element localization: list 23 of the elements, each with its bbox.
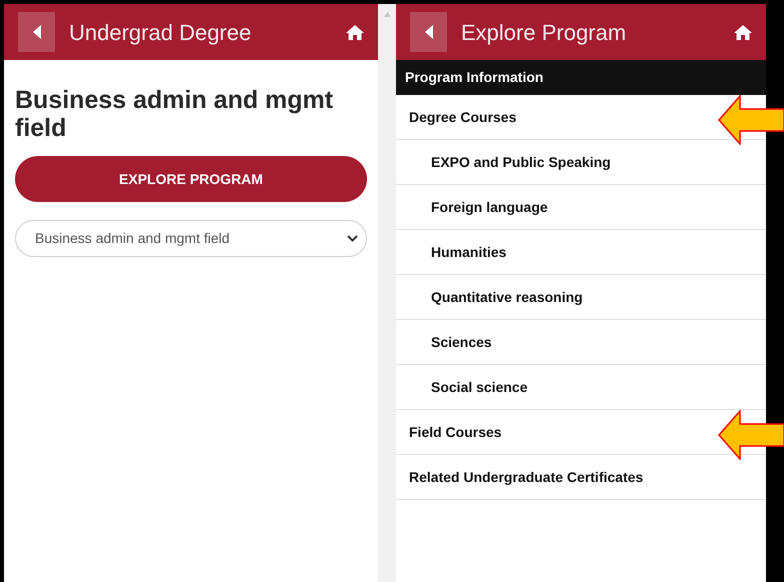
home-icon[interactable] bbox=[346, 24, 364, 40]
course-category-item[interactable]: Sciences bbox=[431, 332, 492, 352]
explore-program-button[interactable]: EXPLORE PROGRAM bbox=[15, 156, 367, 202]
program-select[interactable]: Business admin and mgmt field bbox=[15, 220, 367, 257]
program-heading: Business admin and mgmt field bbox=[15, 86, 334, 142]
program-menu-item[interactable]: Field Courses bbox=[409, 422, 502, 442]
course-category-item[interactable]: Humanities bbox=[431, 242, 506, 262]
back-button[interactable] bbox=[410, 12, 447, 52]
course-category-item[interactable]: EXPO and Public Speaking bbox=[431, 152, 611, 172]
scrollbar[interactable] bbox=[378, 4, 396, 582]
chevron-down-icon bbox=[347, 235, 358, 242]
course-category-item[interactable]: Social science bbox=[431, 376, 528, 398]
home-icon[interactable] bbox=[734, 24, 752, 40]
back-arrow-icon bbox=[424, 25, 432, 39]
section-title: Program Information bbox=[396, 60, 766, 95]
back-arrow-icon bbox=[32, 25, 40, 39]
back-button[interactable] bbox=[18, 12, 55, 52]
course-category-item[interactable]: Quantitative reasoning bbox=[431, 286, 583, 308]
header-title: Explore Program bbox=[461, 18, 626, 47]
program-menu-item[interactable]: Related Undergraduate Certificates bbox=[409, 466, 644, 488]
course-category-item[interactable]: Foreign language bbox=[431, 196, 548, 218]
header-title: Undergrad Degree bbox=[69, 18, 252, 47]
program-menu-item[interactable]: Degree Courses bbox=[409, 106, 516, 128]
